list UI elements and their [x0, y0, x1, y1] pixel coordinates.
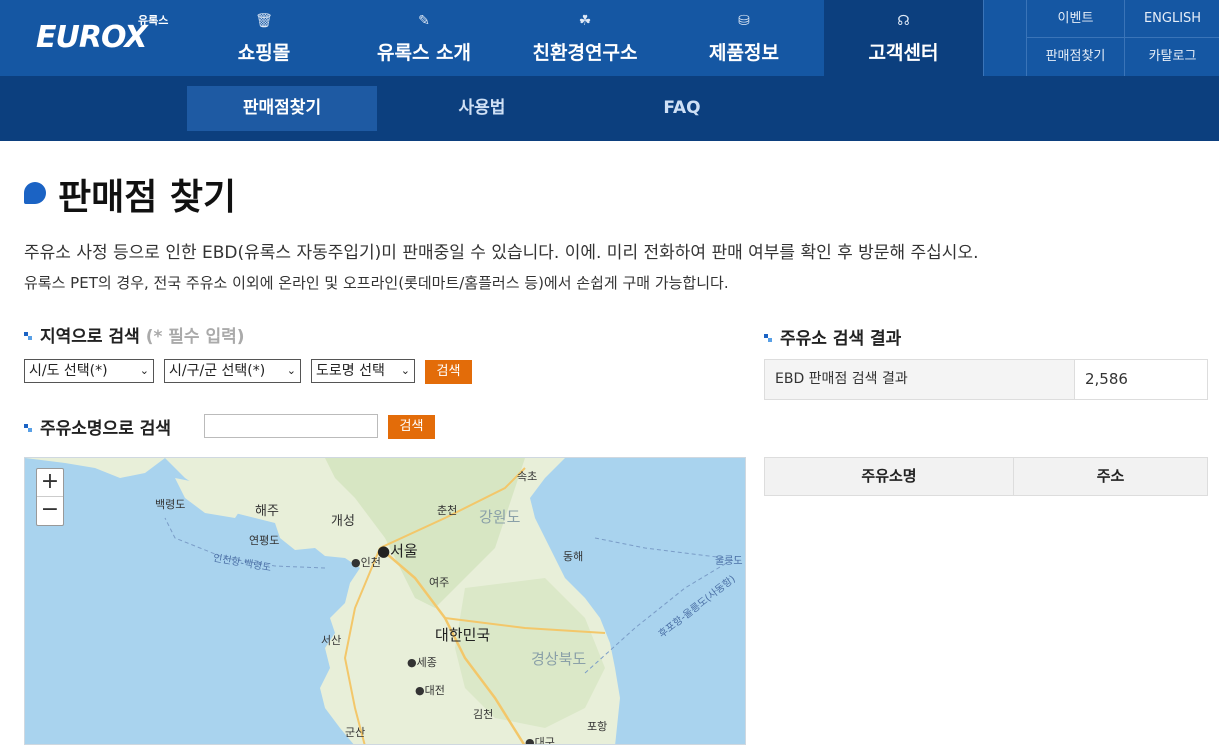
utility-menu: 이벤트 ENGLISH 판매점찾기 카탈로그	[983, 0, 1219, 76]
gnb-about[interactable]: ✎ 유록스 소개	[360, 0, 488, 76]
result-heading: 주유소 검색 결과	[764, 324, 901, 349]
gnb-lab[interactable]: ☘ 친환경연구소	[515, 0, 655, 76]
result-title: 주유소 검색 결과	[780, 329, 902, 349]
map-label: 경상북도	[531, 650, 587, 668]
incheon-label: 인천	[360, 556, 381, 569]
map-label: ●대전	[415, 684, 445, 697]
region-search-button[interactable]: 검색	[425, 360, 472, 384]
logo-sub: 유록스	[138, 14, 169, 27]
map-label: 해주	[255, 504, 279, 519]
map-label: ●인천	[351, 556, 381, 569]
road-select[interactable]: 도로명 선택 ⌄	[311, 359, 415, 383]
region-search-heading: 지역으로 검색 (* 필수 입력)	[24, 322, 245, 347]
map-label-seoul: ●서울	[377, 542, 418, 560]
section-bullet-icon	[764, 334, 772, 342]
map-label: 춘천	[437, 504, 458, 517]
eurox-logo[interactable]: EUROX 유록스	[36, 12, 176, 62]
sejong-label: 세종	[416, 656, 437, 669]
map-label: 서산	[321, 634, 342, 647]
section-bullet-icon	[24, 424, 32, 432]
name-search-title: 주유소명으로 검색	[40, 419, 172, 439]
pen-icon: ✎	[418, 13, 430, 29]
daegu-label: 대구	[534, 736, 555, 745]
map-label: 대한민국	[435, 626, 491, 644]
required-note: (* 필수 입력)	[145, 327, 245, 347]
map-label: 김천	[473, 708, 494, 721]
database-icon: ⛁	[738, 13, 750, 29]
section-bullet-icon	[24, 332, 32, 340]
map-label: ●세종	[407, 656, 437, 669]
district-select-value: 시/구/군 선택(*)	[169, 363, 266, 379]
map-label: 개성	[331, 514, 355, 529]
result-summary-table: EBD 판매점 검색 결과 2,586	[764, 359, 1208, 400]
station-name-input[interactable]	[204, 414, 378, 438]
title-bullet-icon	[24, 182, 46, 204]
province-select[interactable]: 시/도 선택(*) ⌄	[24, 359, 154, 383]
util-catalog[interactable]: 카탈로그	[1124, 38, 1219, 76]
name-search-button[interactable]: 검색	[388, 415, 435, 439]
region-search-title: 지역으로 검색	[40, 327, 140, 347]
map-label: 연평도	[249, 534, 280, 547]
page-title: 판매점 찾기	[58, 177, 237, 218]
leaf-icon: ☘	[578, 13, 592, 29]
logo-text: EUROX	[36, 20, 148, 55]
station-list-header: 주유소명 주소	[764, 457, 1208, 496]
util-event[interactable]: 이벤트	[1026, 0, 1124, 38]
headset-icon: ☊	[897, 13, 910, 29]
store-map[interactable]: + − 속초 백령도 해주 개성 춘천 강원도 연평도 ●서울 ●인천 동해 울…	[24, 457, 746, 745]
description-line-2: 유록스 PET의 경우, 전국 주유소 이외에 온라인 및 오프라인(롯데마트/…	[24, 274, 729, 292]
chevron-down-icon: ⌄	[400, 364, 410, 377]
gnb-label: 제품정보	[709, 42, 779, 64]
result-label: EBD 판매점 검색 결과	[765, 360, 1075, 399]
gnb-label: 쇼핑몰	[237, 42, 291, 64]
map-label: 속초	[517, 470, 538, 483]
subnav-store-finder[interactable]: 판매점찾기	[187, 86, 377, 131]
result-count: 2,586	[1085, 370, 1128, 388]
gnb-label: 유록스 소개	[376, 42, 471, 64]
util-english[interactable]: ENGLISH	[1124, 0, 1219, 38]
map-label: 울릉도	[715, 556, 743, 567]
zoom-in-button[interactable]: +	[37, 469, 63, 497]
map-label: 포항	[587, 720, 608, 733]
description-line-1: 주유소 사정 등으로 인한 EBD(유록스 자동주입기)미 판매중일 수 있습니…	[24, 243, 979, 263]
name-search-heading: 주유소명으로 검색	[24, 414, 171, 439]
gnb-support[interactable]: ☊ 고객센터	[824, 0, 983, 76]
chevron-down-icon: ⌄	[139, 364, 149, 377]
road-select-value: 도로명 선택	[316, 363, 385, 379]
top-header: EUROX 유록스 🗑 쇼핑몰 ✎ 유록스 소개 ☘ 친환경연구소 ⛁ 제품정보…	[0, 0, 1219, 76]
col-station-name: 주유소명	[765, 458, 1014, 495]
gnb-label: 친환경연구소	[532, 42, 638, 64]
map-label: 여주	[429, 576, 450, 589]
gnb-products[interactable]: ⛁ 제품정보	[680, 0, 808, 76]
map-label: 강원도	[479, 508, 521, 526]
basket-icon: 🗑	[255, 13, 273, 29]
zoom-out-button[interactable]: −	[37, 497, 63, 525]
map-label: 백령도	[155, 498, 186, 511]
chevron-down-icon: ⌄	[286, 364, 296, 377]
col-address: 주소	[1096, 467, 1125, 485]
subnav-usage[interactable]: 사용법	[400, 86, 564, 131]
gnb-shop[interactable]: 🗑 쇼핑몰	[205, 0, 323, 76]
province-select-value: 시/도 선택(*)	[29, 363, 108, 379]
subnav-faq[interactable]: FAQ	[600, 86, 764, 131]
map-label: 동해	[563, 550, 584, 563]
seoul-label: 서울	[390, 542, 418, 560]
map-label: 군산	[345, 726, 366, 739]
daejeon-label: 대전	[424, 684, 445, 697]
map-zoom-control: + −	[36, 468, 64, 526]
gnb-label: 고객센터	[868, 42, 939, 64]
map-label: ●대구	[525, 734, 555, 745]
district-select[interactable]: 시/구/군 선택(*) ⌄	[164, 359, 301, 383]
util-store-finder[interactable]: 판매점찾기	[1026, 38, 1124, 76]
sub-navigation: 판매점찾기 사용법 FAQ	[0, 76, 1219, 141]
map-land	[25, 458, 745, 744]
